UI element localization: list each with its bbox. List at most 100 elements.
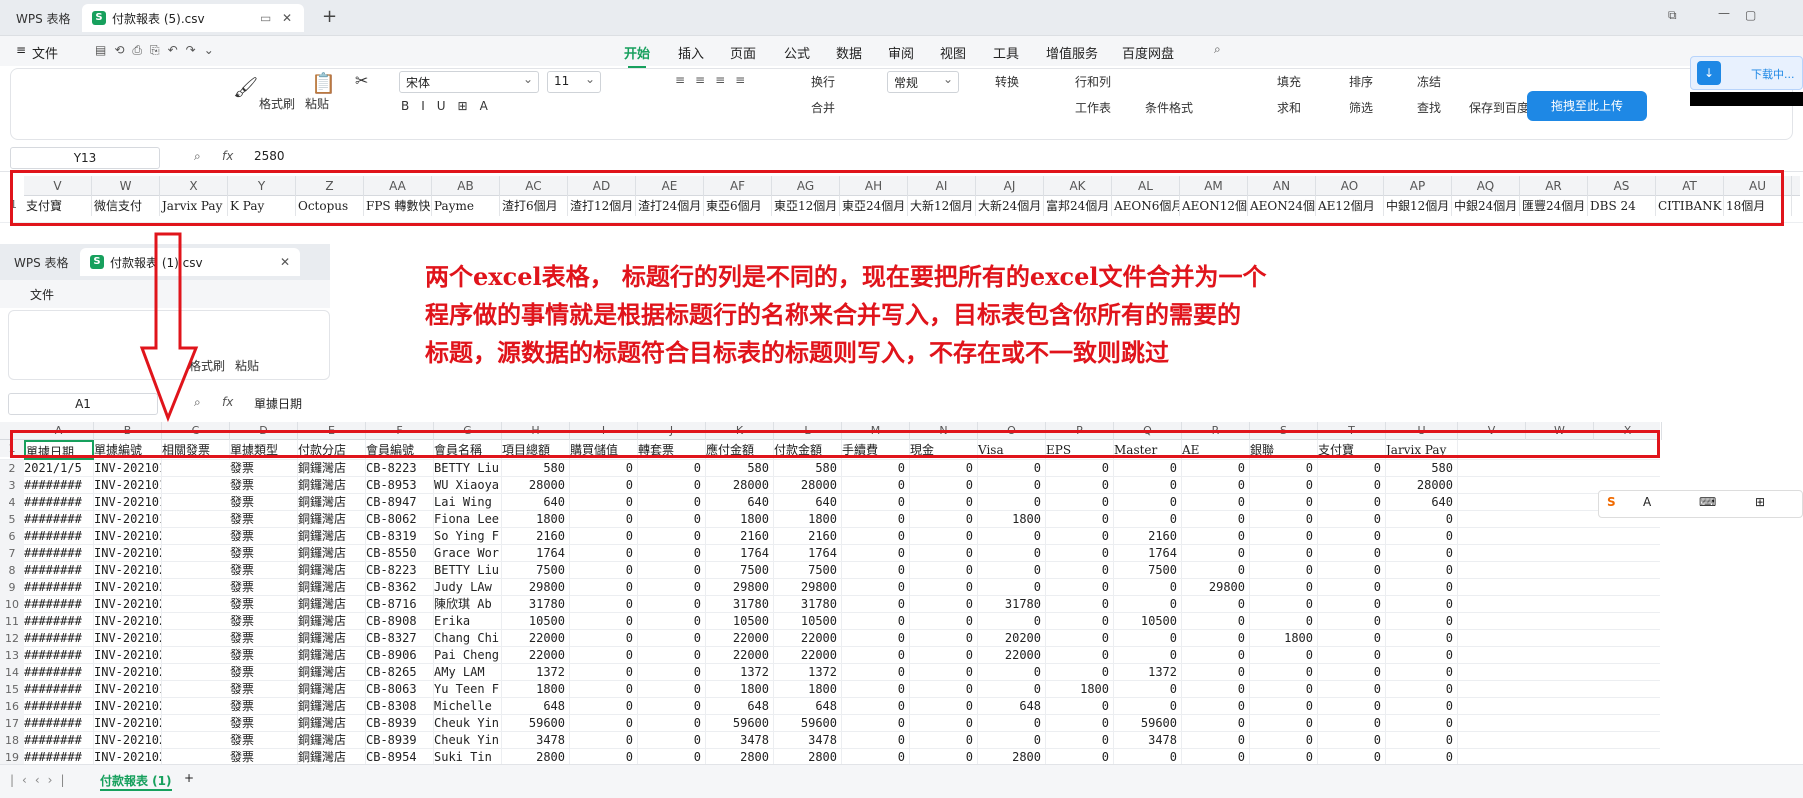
find-button[interactable]: 查找	[1417, 99, 1441, 116]
table-cell[interactable]: ########	[24, 613, 94, 630]
table-cell[interactable]: Judy LAw	[434, 579, 502, 596]
formula-value[interactable]: 2580	[254, 149, 285, 163]
table-cell[interactable]: 0	[910, 698, 978, 715]
table-cell[interactable]: 29800	[1182, 579, 1250, 596]
table-cell[interactable]: 0	[842, 647, 910, 664]
table-cell[interactable]: 580	[502, 460, 570, 477]
table-cell[interactable]: 0	[1250, 664, 1318, 681]
table-cell[interactable]: 0	[1318, 698, 1386, 715]
table-cell[interactable]: 0	[1386, 579, 1458, 596]
table-cell[interactable]: 0	[570, 477, 638, 494]
table-cell[interactable]: 0	[1318, 494, 1386, 511]
menu-tab-home[interactable]: 开始	[624, 43, 650, 68]
table-cell[interactable]: 0	[910, 630, 978, 647]
new-tab-icon[interactable]: +	[322, 6, 337, 27]
table-cell[interactable]: 0	[570, 732, 638, 749]
table-cell[interactable]: 0	[638, 494, 706, 511]
table-cell[interactable]: 1764	[502, 545, 570, 562]
table-cell[interactable]: 0	[978, 545, 1046, 562]
table-cell[interactable]: 0	[1182, 715, 1250, 732]
table-cell[interactable]: 0	[910, 494, 978, 511]
table-cell[interactable]: 發票	[230, 579, 298, 596]
font-name-select[interactable]: 宋体	[399, 71, 539, 93]
table-cell[interactable]: 0	[842, 613, 910, 630]
table-cell[interactable]: 0	[1046, 698, 1114, 715]
table-cell[interactable]: 22000	[774, 630, 842, 647]
table-cell[interactable]: 銅鑼灣店	[298, 647, 366, 664]
table-cell[interactable]: 3478	[774, 732, 842, 749]
table-cell[interactable]: 0	[842, 477, 910, 494]
wrap-button[interactable]: 换行	[811, 73, 835, 90]
table-cell[interactable]: 0	[842, 494, 910, 511]
table-cell[interactable]: 1764	[706, 545, 774, 562]
table-cell[interactable]: 0	[978, 664, 1046, 681]
table-cell[interactable]: CB-8223	[366, 460, 434, 477]
table-cell[interactable]: 0	[1250, 494, 1318, 511]
table-cell[interactable]: 0	[1046, 477, 1114, 494]
table-cell[interactable]: 3478	[1114, 732, 1182, 749]
table-cell[interactable]: 0	[978, 562, 1046, 579]
table-cell[interactable]: 28000	[502, 477, 570, 494]
table-cell[interactable]: 580	[1386, 460, 1458, 477]
table-cell[interactable]: 2160	[1114, 528, 1182, 545]
table-cell[interactable]: 0	[570, 545, 638, 562]
table-cell[interactable]: 0	[1182, 613, 1250, 630]
table-cell[interactable]: 0	[570, 460, 638, 477]
table-cell[interactable]: 1800	[706, 511, 774, 528]
menu-tab-data[interactable]: 数据	[836, 43, 862, 62]
table-cell[interactable]: 0	[842, 630, 910, 647]
table-cell[interactable]: 1800	[978, 511, 1046, 528]
table-cell[interactable]: 0	[842, 698, 910, 715]
fx-icon[interactable]: fx	[222, 149, 233, 163]
table-cell[interactable]: INV-202102-00019	[94, 630, 162, 647]
table-cell[interactable]: 發票	[230, 647, 298, 664]
table-cell[interactable]: 3478	[502, 732, 570, 749]
table-cell[interactable]: 發票	[230, 545, 298, 562]
table-cell[interactable]: ########	[24, 647, 94, 664]
table-cell[interactable]: ########	[24, 732, 94, 749]
table-cell[interactable]: 0	[1250, 460, 1318, 477]
table-cell[interactable]: 銅鑼灣店	[298, 630, 366, 647]
table-cell[interactable]: 0	[638, 647, 706, 664]
table-cell[interactable]: 0	[1386, 596, 1458, 613]
table-cell[interactable]: 0	[1386, 545, 1458, 562]
table-cell[interactable]: 0	[1182, 681, 1250, 698]
table-cell[interactable]: 2160	[706, 528, 774, 545]
search-icon[interactable]: ⌕	[1214, 42, 1221, 57]
table-cell[interactable]: 0	[842, 562, 910, 579]
row-number[interactable]: 15	[0, 681, 24, 698]
table-cell[interactable]: INV-202102-00023	[94, 664, 162, 681]
table-cell[interactable]: 0	[1318, 647, 1386, 664]
table-cell[interactable]: 31780	[502, 596, 570, 613]
sheet-tab[interactable]: 付款報表 (1)	[100, 772, 172, 791]
table-cell[interactable]: 0	[638, 596, 706, 613]
paste-button[interactable]: 粘贴	[235, 357, 259, 374]
table-cell[interactable]: 0	[1114, 494, 1182, 511]
table-cell[interactable]: 1800	[502, 681, 570, 698]
table-cell[interactable]: 0	[842, 545, 910, 562]
format-painter-icon[interactable]: 🖌	[233, 75, 258, 99]
row-number[interactable]: 9	[0, 579, 24, 596]
table-cell[interactable]: 0	[570, 630, 638, 647]
table-cell[interactable]: 0	[1318, 511, 1386, 528]
row-number[interactable]: 18	[0, 732, 24, 749]
minimize-icon[interactable]: —	[1718, 6, 1730, 20]
table-cell[interactable]: 0	[842, 579, 910, 596]
table-cell[interactable]: 發票	[230, 613, 298, 630]
table-cell[interactable]: 1800	[1046, 681, 1114, 698]
formula-value[interactable]: 單據日期	[254, 395, 302, 412]
table-cell[interactable]: ########	[24, 511, 94, 528]
keyboard-icon[interactable]: ⌨	[1699, 495, 1716, 509]
table-cell[interactable]: 22000	[978, 647, 1046, 664]
table-cell[interactable]: 銅鑼灣店	[298, 698, 366, 715]
fx-icon[interactable]: fx	[222, 395, 233, 409]
cond-format-button[interactable]: 条件格式	[1145, 99, 1193, 116]
table-cell[interactable]: CB-8362	[366, 579, 434, 596]
filter-button[interactable]: 筛选	[1349, 99, 1373, 116]
table-cell[interactable]: ########	[24, 579, 94, 596]
table-cell[interactable]: 銅鑼灣店	[298, 664, 366, 681]
table-cell[interactable]: 0	[910, 596, 978, 613]
table-cell[interactable]: INV-202102-00017	[94, 715, 162, 732]
table-cell[interactable]: 0	[570, 698, 638, 715]
freeze-button[interactable]: 冻结	[1417, 73, 1441, 90]
